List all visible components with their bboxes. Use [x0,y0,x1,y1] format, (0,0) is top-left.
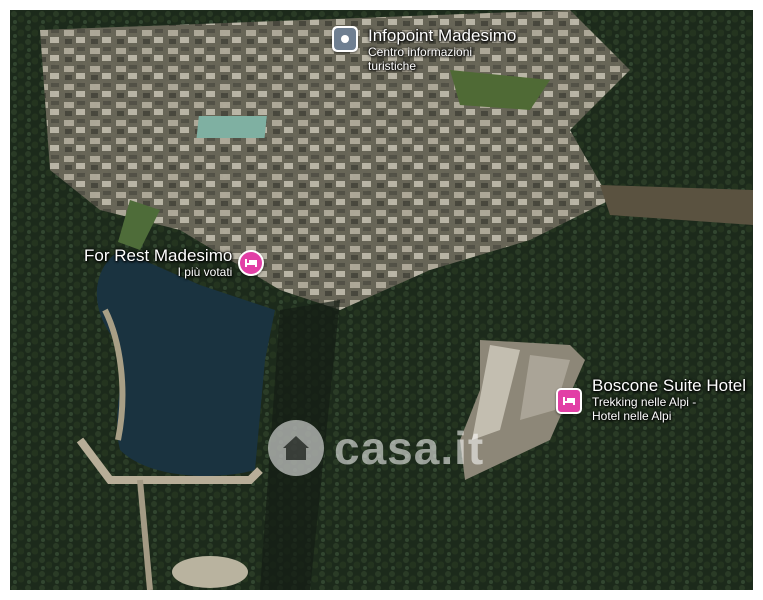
info-point-icon[interactable] [332,26,358,52]
poi-title: For Rest Madesimo [84,246,233,265]
poi-subtitle: Centro informazioni turistiche [368,45,473,73]
hotel-bed-icon[interactable] [238,250,265,276]
poi-title: Boscone Suite Hotel [592,376,747,395]
house-icon [268,420,324,476]
map-frame[interactable]: Infopoint Madesimo Centro informazioni t… [10,10,753,590]
poi-boscone-suite-hotel[interactable]: Boscone Suite Hotel Trekking nelle Alpi … [556,376,746,423]
sports-hall-roof [196,116,267,138]
poi-for-rest-madesimo[interactable]: For Rest Madesimo I più votati [84,246,265,279]
poi-subtitle: Trekking nelle Alpi - Hotel nelle Alpi [592,395,697,423]
hotel-bed-icon[interactable] [556,388,582,414]
poi-infopoint[interactable]: Infopoint Madesimo Centro informazioni t… [332,26,516,73]
poi-title: Infopoint Madesimo [368,26,517,45]
watermark-text: casa.it [334,422,485,474]
casa-watermark: casa.it [268,420,484,476]
roundabout [172,556,248,588]
poi-subtitle: I più votati [177,265,233,279]
satellite-map[interactable] [10,10,753,590]
